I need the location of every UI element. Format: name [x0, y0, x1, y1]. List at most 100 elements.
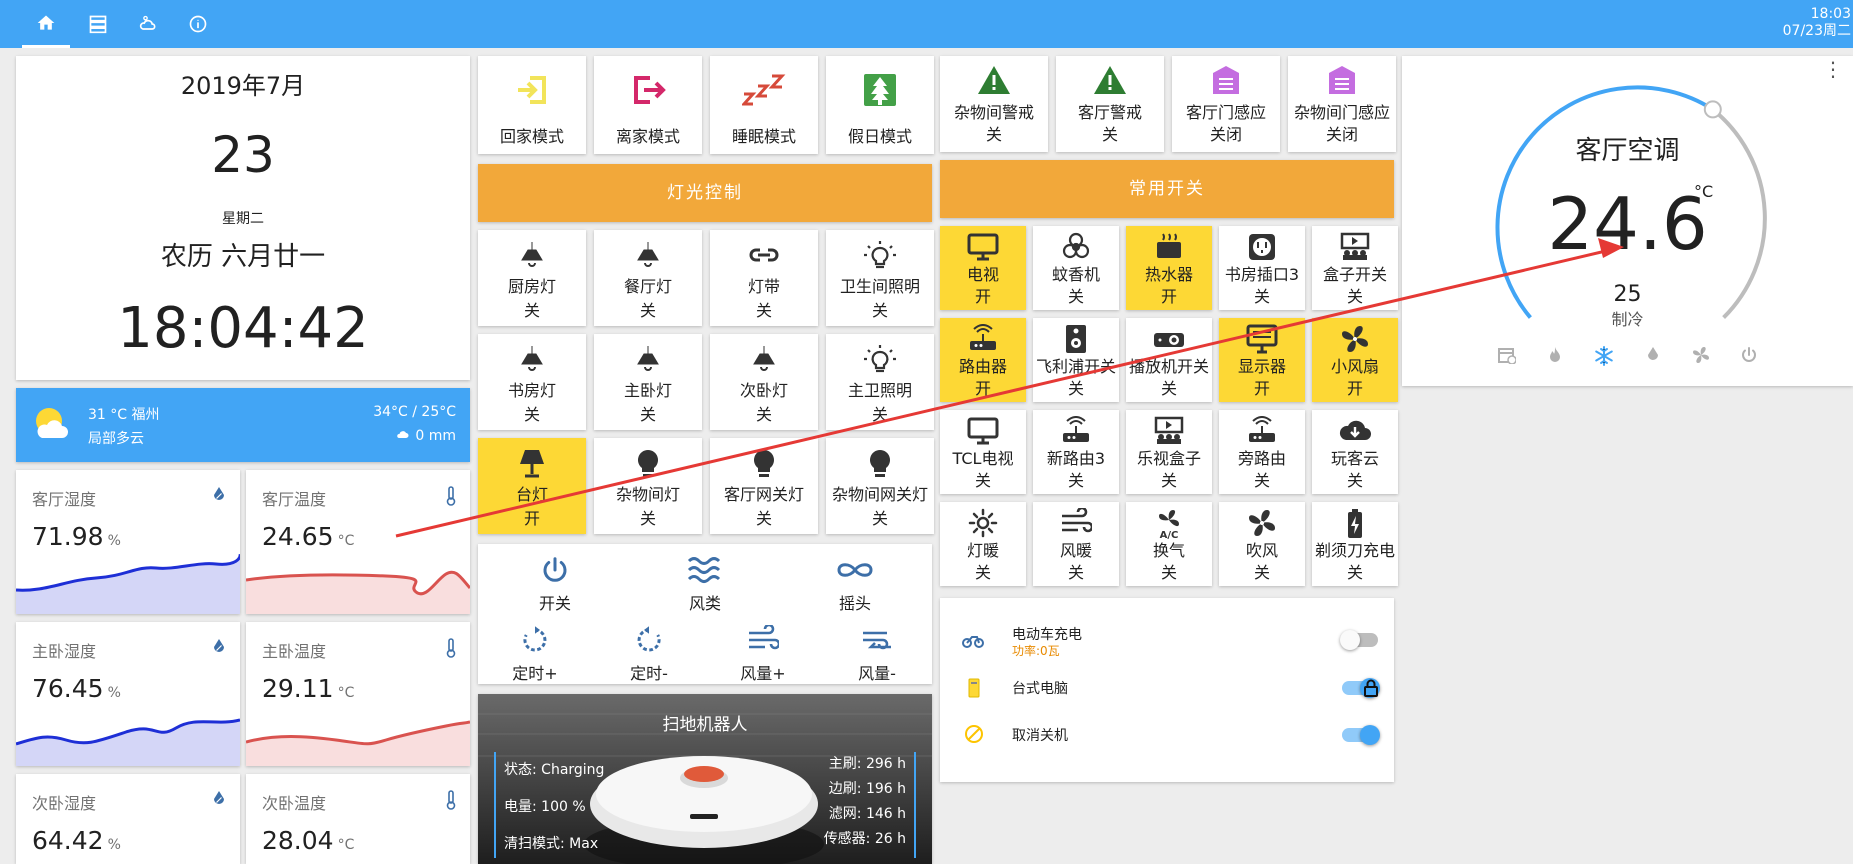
- common-switch-banner[interactable]: 常用开关: [940, 160, 1394, 218]
- door-exit-icon: [594, 72, 702, 108]
- mode-tile[interactable]: 睡眠模式: [710, 56, 818, 154]
- mode-tile[interactable]: 假日模式: [826, 56, 934, 154]
- wind-minus-icon: [863, 631, 891, 650]
- robot-vacuum-card[interactable]: 扫地机器人 状态: Charging 电量: 100 % 清扫模式: Max 主…: [478, 694, 932, 864]
- fan-icon: [1312, 324, 1398, 354]
- light-tile[interactable]: 杂物间灯关: [594, 438, 702, 534]
- switch-tile[interactable]: 书房插口3 关: [1219, 226, 1305, 310]
- sensor-card[interactable]: 主卧温度 29.11 °C: [246, 622, 470, 766]
- battery-charging-icon: [1312, 508, 1398, 540]
- tile-state: 关: [1253, 471, 1270, 490]
- switch-tile[interactable]: 蚊香机关: [1033, 226, 1119, 310]
- fan-power-button[interactable]: 开关: [510, 550, 600, 614]
- mode-tile[interactable]: 离家模式: [594, 56, 702, 154]
- infinity-icon: [837, 563, 873, 577]
- sensor-card[interactable]: 次卧湿度 64.42%: [16, 774, 240, 864]
- fan-oscillate-button[interactable]: 摇头: [810, 550, 900, 614]
- fan-timer-minus-button[interactable]: 定时-: [592, 620, 706, 684]
- tile-state: 关: [1067, 287, 1084, 306]
- tile-state: 关: [755, 509, 772, 528]
- ebike-toggle-knob[interactable]: [1340, 630, 1360, 650]
- switch-tile[interactable]: 热水器开: [1126, 226, 1212, 310]
- mode-tile[interactable]: 回家模式: [478, 56, 586, 154]
- light-tile[interactable]: 灯带关: [710, 230, 818, 326]
- switch-tile[interactable]: 新路由3 关: [1033, 410, 1119, 494]
- light-tile[interactable]: 主卧灯关: [594, 334, 702, 430]
- sensor-card[interactable]: 主卧湿度 76.45%: [16, 622, 240, 766]
- alarm-tile[interactable]: 客厅警戒关: [1056, 56, 1164, 152]
- fan-speed-minus-button[interactable]: 风量-: [820, 620, 934, 684]
- switch-tile[interactable]: 盒子开关关: [1312, 226, 1398, 310]
- light-tile[interactable]: 台灯开: [478, 438, 586, 534]
- tile-state: 关: [1160, 379, 1177, 398]
- home-icon: [37, 15, 55, 30]
- tile-name: 玩客云: [1330, 449, 1379, 468]
- sensor-card[interactable]: 次卧温度 28.04 °C: [246, 774, 470, 864]
- switch-tile[interactable]: 显示器开: [1219, 318, 1305, 402]
- alarm-tile[interactable]: 杂物间警戒关: [940, 56, 1048, 152]
- tile-name: 杂物间警戒: [953, 103, 1034, 122]
- switch-tile[interactable]: 路由器开: [940, 318, 1026, 402]
- tile-state: 关: [1067, 379, 1084, 398]
- sensor-card[interactable]: 客厅温度 24.65 °C: [246, 470, 470, 614]
- more-menu-icon[interactable]: ⋮: [1823, 59, 1843, 79]
- tile-state: 关闭: [1209, 125, 1242, 144]
- light-tile[interactable]: 厨房灯关: [478, 230, 586, 326]
- info-icon: [189, 15, 207, 33]
- alarm-tile[interactable]: 杂物间门感应 关闭: [1288, 56, 1396, 152]
- alarm-tile[interactable]: 客厅门感应 关闭: [1172, 56, 1280, 152]
- sensor-sparkline: [16, 554, 240, 614]
- entity-desktop-name: 台式电脑: [1012, 681, 1068, 697]
- switch-tile[interactable]: A/C 换气关: [1126, 502, 1212, 586]
- light-tile[interactable]: 客厅网关灯关: [710, 438, 818, 534]
- tile-state: 关: [755, 405, 772, 424]
- sensor-card[interactable]: 客厅湿度 71.98%: [16, 470, 240, 614]
- light-tile[interactable]: 次卧灯关: [710, 334, 818, 430]
- sensor-value: 64.42: [32, 826, 104, 855]
- light-tile[interactable]: 餐厅灯关: [594, 230, 702, 326]
- water-drop-icon[interactable]: [1644, 346, 1662, 364]
- switch-tile[interactable]: 吹风关: [1219, 502, 1305, 586]
- thermostat-card: ⋮ 客厅空调 24.6 °C 25 制冷: [1402, 56, 1853, 386]
- light-tile[interactable]: 杂物间网关灯关: [826, 438, 934, 534]
- tab-weather[interactable]: [124, 0, 172, 48]
- fan-control-card: 开关 风类 摇头 定时+ 定时- 风量+ 风量-: [478, 544, 932, 684]
- light-tile[interactable]: 书房灯关: [478, 334, 586, 430]
- lightbulb-on-icon: [826, 344, 934, 376]
- light-tile[interactable]: 卫生间照明关: [826, 230, 934, 326]
- snowflake-icon[interactable]: [1594, 346, 1614, 366]
- switch-tile[interactable]: 剃须刀充电关: [1312, 502, 1398, 586]
- partly-cloudy-icon: [36, 408, 68, 438]
- light-tile[interactable]: 主卫照明关: [826, 334, 934, 430]
- switch-tile[interactable]: 小风扇开: [1312, 318, 1398, 402]
- fire-icon[interactable]: [1546, 346, 1564, 364]
- switch-tile[interactable]: 乐视盒子关: [1126, 410, 1212, 494]
- light-control-banner[interactable]: 灯光控制: [478, 164, 932, 222]
- fan-timer-plus-button[interactable]: 定时+: [478, 620, 592, 684]
- tile-name: 杂物间灯: [615, 485, 680, 504]
- switch-tile[interactable]: 飞利浦开关关: [1033, 318, 1119, 402]
- tile-name: 乐视盒子: [1136, 449, 1201, 468]
- calendar-clock-icon[interactable]: [1498, 346, 1516, 364]
- switch-tile[interactable]: 播放机开关关: [1126, 318, 1212, 402]
- date-weekday: 星期二: [222, 211, 264, 227]
- switch-tile[interactable]: 灯暖关: [940, 502, 1026, 586]
- fan-speed-minus-label: 风量-: [858, 664, 896, 683]
- tab-devices[interactable]: [74, 0, 122, 48]
- tile-state: 关: [639, 509, 656, 528]
- fan-speed-plus-button[interactable]: 风量+: [706, 620, 820, 684]
- tab-home[interactable]: [22, 0, 70, 48]
- switch-tile[interactable]: 风暖关: [1033, 502, 1119, 586]
- tile-name: 离家模式: [615, 127, 680, 146]
- power-off-icon[interactable]: [1740, 346, 1758, 364]
- switch-tile[interactable]: 电视开: [940, 226, 1026, 310]
- cancel-shutdown-toggle-knob[interactable]: [1360, 725, 1380, 745]
- switch-tile[interactable]: 玩客云关: [1312, 410, 1398, 494]
- switch-tile[interactable]: 旁路由关: [1219, 410, 1305, 494]
- fan-wind-type-button[interactable]: 风类: [660, 550, 750, 614]
- tab-info[interactable]: [174, 0, 222, 48]
- home-theater-icon: [1312, 232, 1398, 262]
- switch-tile[interactable]: TCL电视关: [940, 410, 1026, 494]
- weather-card[interactable]: 31 °C 福州 局部多云 34°C / 25°C 0 mm: [16, 388, 470, 462]
- fan-icon[interactable]: [1692, 346, 1710, 364]
